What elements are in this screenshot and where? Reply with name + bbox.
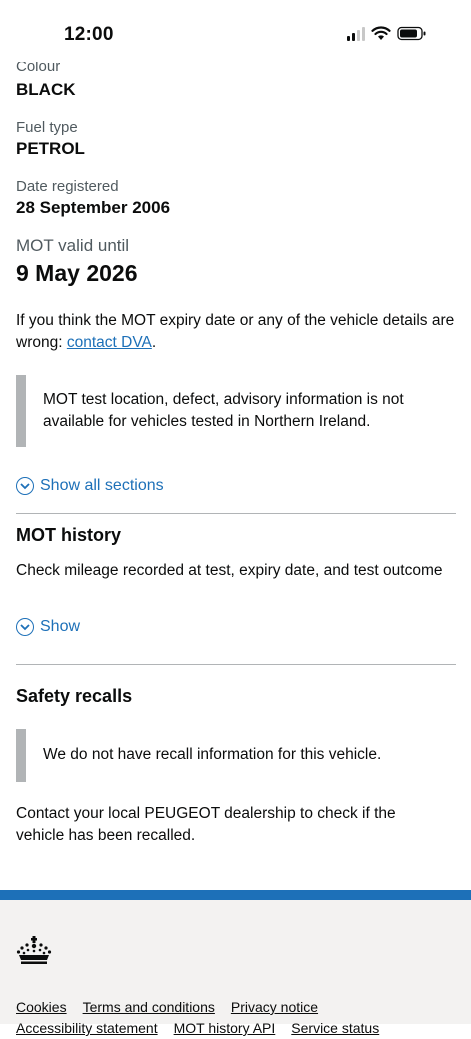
- battery-icon: [397, 26, 426, 41]
- status-icons: [347, 26, 427, 41]
- mot-valid-value: 9 May 2026: [16, 260, 138, 286]
- recall-advice: Contact your local PEUGEOT dealership to…: [16, 805, 396, 844]
- recall-notice-text: We do not have recall information for th…: [43, 746, 382, 763]
- northern-ireland-notice: MOT test location, defect, advisory info…: [16, 375, 456, 447]
- colour-value: BLACK: [16, 80, 76, 99]
- show-all-sections-button[interactable]: Show all sections: [16, 477, 164, 495]
- wifi-icon: [371, 26, 391, 40]
- footer-link-mot-api[interactable]: MOT history API: [174, 1020, 276, 1036]
- date-registered-value: 28 September 2006: [16, 198, 171, 217]
- mot-history-summary: Check mileage recorded at test, expiry d…: [16, 562, 443, 579]
- footer-link-accessibility[interactable]: Accessibility statement: [16, 1020, 158, 1036]
- footer-link-service-status[interactable]: Service status: [291, 1020, 379, 1036]
- crown-icon: [16, 936, 52, 964]
- contact-dva-link[interactable]: contact DVA: [67, 334, 152, 351]
- status-bar: 12:00: [0, 0, 471, 62]
- recall-notice: We do not have recall information for th…: [16, 729, 456, 782]
- section-divider: [16, 513, 456, 514]
- show-all-sections-label: Show all sections: [40, 477, 164, 494]
- footer-link-privacy[interactable]: Privacy notice: [231, 999, 318, 1015]
- fuel-type-value: PETROL: [16, 139, 85, 158]
- mot-valid-label: MOT valid until: [16, 236, 130, 255]
- safety-recalls-heading: Safety recalls: [16, 686, 133, 706]
- footer-link-terms[interactable]: Terms and conditions: [83, 999, 215, 1015]
- status-time: 12:00: [64, 24, 114, 45]
- footer-link-cookies[interactable]: Cookies: [16, 999, 67, 1015]
- chevron-down-icon: [16, 618, 34, 636]
- footer-links: Cookies Terms and conditions Privacy notic…: [16, 997, 456, 1039]
- footer: Cookies Terms and conditions Privacy notic…: [0, 890, 471, 1036]
- signal-icon: [347, 26, 365, 41]
- chevron-down-icon: [16, 477, 34, 495]
- mot-history-show-button[interactable]: Show: [16, 618, 80, 636]
- mot-history-heading: MOT history: [16, 525, 122, 545]
- contact-suffix: .: [151, 334, 157, 351]
- mot-history-show-label: Show: [40, 618, 81, 635]
- fuel-type-label: Fuel type: [16, 119, 78, 136]
- section-divider: [16, 664, 456, 665]
- date-registered-label: Date registered: [16, 178, 119, 195]
- contact-paragraph: If you think the MOT expiry date or any …: [16, 310, 456, 354]
- northern-ireland-notice-text: MOT test location, defect, advisory info…: [43, 391, 404, 430]
